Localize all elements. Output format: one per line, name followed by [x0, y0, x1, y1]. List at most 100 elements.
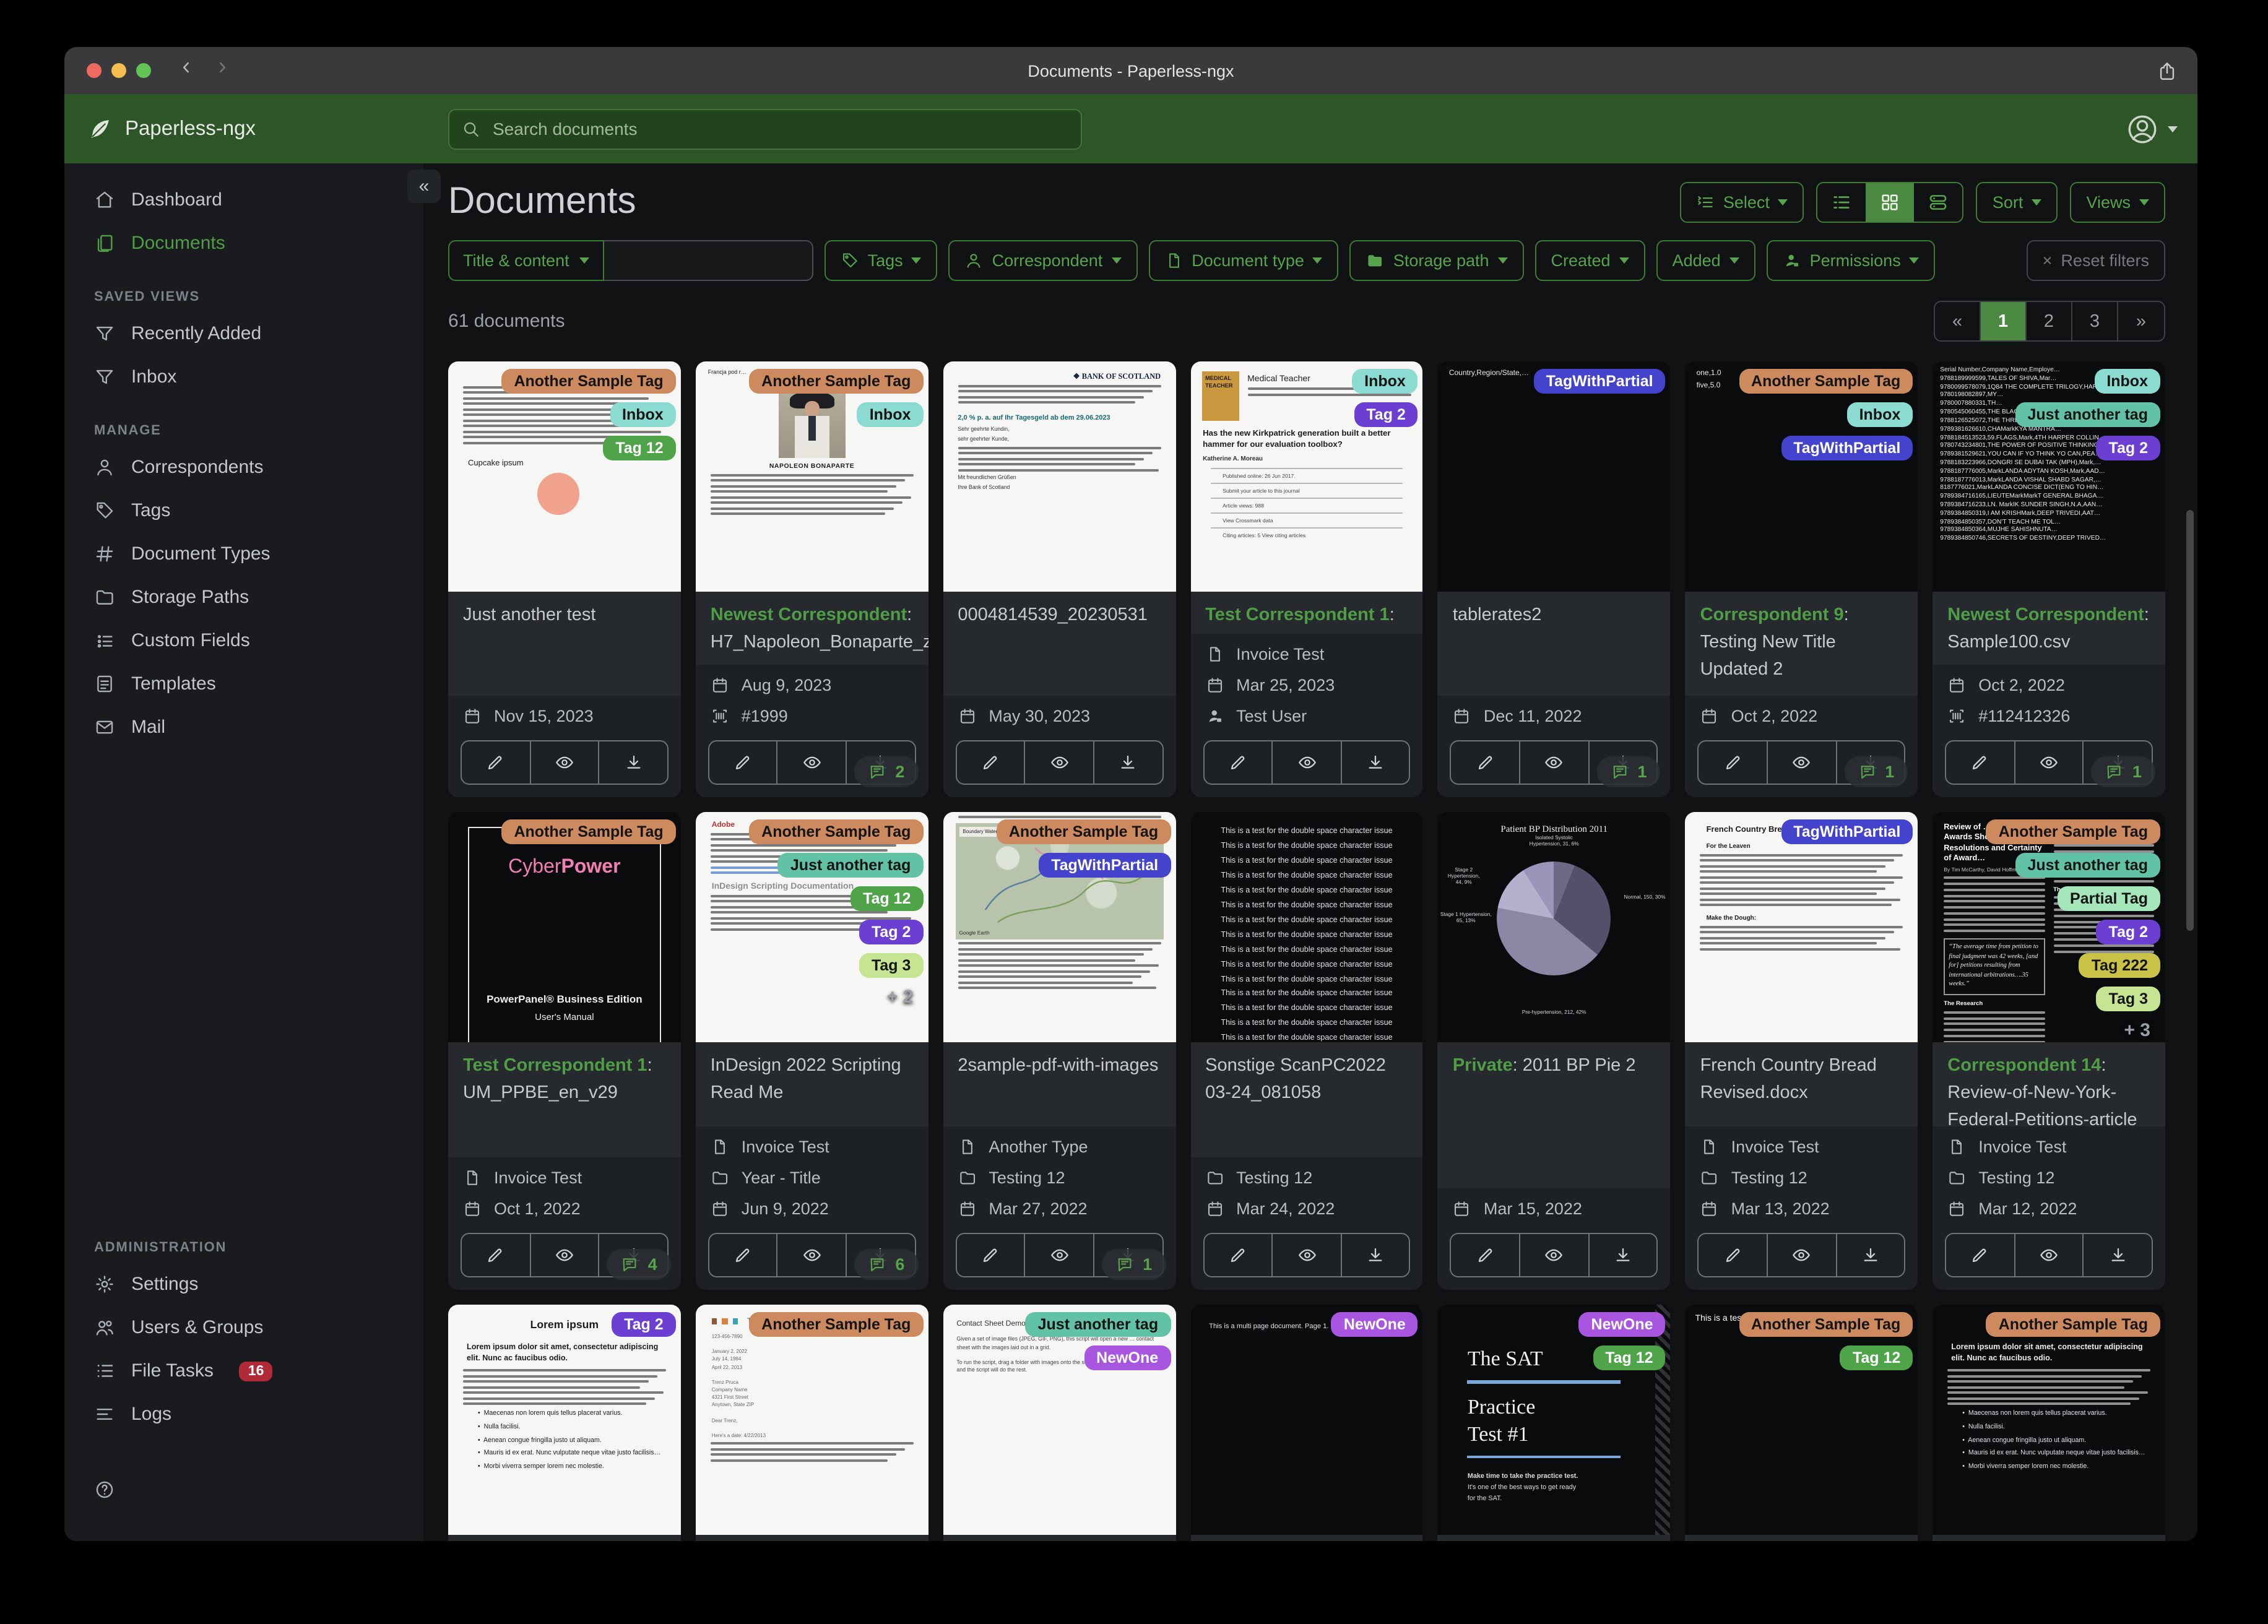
scrollbar[interactable] — [2186, 510, 2194, 931]
tag-pill[interactable]: Inbox — [2094, 369, 2160, 394]
view-document-button[interactable] — [778, 741, 847, 784]
reset-filters-button[interactable]: × Reset filters — [2026, 240, 2165, 281]
sidebar-item-documentation[interactable] — [64, 1468, 423, 1511]
comments-badge[interactable]: 1 — [1596, 756, 1661, 787]
comments-badge[interactable]: 1 — [1844, 756, 1908, 787]
tag-pill[interactable]: NewOne — [1084, 1345, 1171, 1370]
sort-button[interactable]: Sort — [1976, 181, 2058, 222]
sidebar-item-users-groups[interactable]: Users & Groups — [64, 1306, 423, 1349]
document-title[interactable]: tablerates2 — [1437, 592, 1671, 696]
download-document-button[interactable] — [1837, 1234, 1904, 1276]
sidebar-item-logs[interactable]: Logs — [64, 1393, 423, 1436]
document-thumbnail[interactable]: This is a test for the double space char… — [1190, 812, 1423, 1042]
detail-view-toggle[interactable] — [1915, 183, 1963, 221]
document-thumbnail[interactable]: Lorem ipsumLorem ipsum dolor sit amet, c… — [448, 1305, 681, 1535]
edit-document-button[interactable] — [709, 741, 778, 784]
document-title[interactable] — [1190, 1535, 1423, 1541]
document-title[interactable]: 2sample-pdf-with-images — [943, 1042, 1176, 1126]
tag-pill[interactable]: Tag 3 — [2096, 987, 2160, 1011]
document-thumbnail[interactable]: Patient BP Distribution 2011 Isolated Sys… — [1437, 812, 1671, 1042]
collapse-sidebar-button[interactable]: « — [407, 170, 441, 203]
tag-pill[interactable]: Tag 12 — [603, 436, 676, 460]
edit-document-button[interactable] — [1946, 1234, 2015, 1276]
edit-document-button[interactable] — [709, 1234, 778, 1276]
back-icon[interactable] — [178, 59, 194, 82]
close-window-button[interactable] — [87, 63, 102, 78]
edit-document-button[interactable] — [1946, 741, 2015, 784]
tag-pill[interactable]: Inbox — [857, 402, 924, 427]
download-document-button[interactable] — [1094, 741, 1162, 784]
sidebar-item-tags[interactable]: Tags — [64, 489, 423, 532]
zoom-window-button[interactable] — [136, 63, 151, 78]
document-title[interactable]: Newest Correspondent: H7_Napoleon_Bonapa… — [695, 592, 928, 665]
sidebar-item-recently-added[interactable]: Recently Added — [64, 312, 423, 355]
comments-badge[interactable]: 4 — [607, 1249, 671, 1280]
document-correspondent[interactable]: Private — [1453, 1056, 1513, 1076]
edit-document-button[interactable] — [1699, 741, 1768, 784]
tag-pill[interactable]: Partial Tag — [2058, 886, 2160, 911]
tag-pill[interactable]: Another Sample Tag — [1986, 819, 2160, 844]
edit-document-button[interactable] — [1204, 1234, 1273, 1276]
sidebar-item-inbox[interactable]: Inbox — [64, 355, 423, 399]
tag-pill[interactable]: Inbox — [1352, 369, 1418, 394]
document-correspondent[interactable]: Test Correspondent 1 — [463, 1056, 647, 1076]
tag-pill[interactable]: Another Sample Tag — [1739, 369, 1913, 394]
pagination-next[interactable]: » — [2118, 302, 2164, 340]
view-document-button[interactable] — [2015, 1234, 2084, 1276]
document-title[interactable]: Correspondent 9: Testing New Title Updat… — [1685, 592, 1918, 696]
view-document-button[interactable] — [1026, 741, 1094, 784]
view-document-button[interactable] — [1768, 1234, 1837, 1276]
sidebar-item-storage-paths[interactable]: Storage Paths — [64, 576, 423, 619]
tag-pill[interactable]: Tag 222 — [2079, 953, 2160, 978]
sidebar-item-custom-fields[interactable]: Custom Fields — [64, 619, 423, 662]
sidebar-item-documents[interactable]: Documents — [64, 222, 423, 265]
view-document-button[interactable] — [530, 741, 600, 784]
download-document-button[interactable] — [599, 741, 667, 784]
edit-document-button[interactable] — [1204, 741, 1273, 784]
sidebar-item-templates[interactable]: Templates — [64, 662, 423, 706]
document-title[interactable]: Private: 2011 BP Pie 2 — [1437, 1042, 1671, 1188]
document-correspondent[interactable]: Correspondent 14 — [1947, 1056, 2101, 1076]
document-title[interactable]: Just another test — [448, 592, 681, 696]
list-view-toggle[interactable] — [1818, 183, 1866, 221]
tag-pill[interactable]: Another Sample Tag — [501, 819, 676, 844]
edit-document-button[interactable] — [956, 1234, 1026, 1276]
download-document-button[interactable] — [1342, 1234, 1409, 1276]
view-document-button[interactable] — [1520, 741, 1590, 784]
tag-pill[interactable]: Another Sample Tag — [749, 369, 924, 394]
tag-pill[interactable]: Tag 2 — [612, 1312, 676, 1337]
document-title[interactable] — [448, 1535, 681, 1541]
edit-document-button[interactable] — [462, 1234, 531, 1276]
document-thumbnail[interactable]: French Country Bread For the Leaven Make t… — [1685, 812, 1918, 1042]
document-title[interactable]: InDesign 2022 Scripting Read Me — [695, 1042, 928, 1126]
document-thumbnail[interactable]: ❖ BANK OF SCOTLAND 2,0 % p. a. auf Ihr Ta… — [943, 361, 1176, 592]
pagination-page-1[interactable]: 1 — [1981, 302, 2027, 340]
document-thumbnail[interactable]: Test Name123-456-7890January 2, 2022July… — [695, 1305, 928, 1535]
filter-document-type-button[interactable]: Document type — [1148, 240, 1339, 281]
tag-pill[interactable]: Tag 2 — [2096, 920, 2160, 944]
pagination-prev[interactable]: « — [1935, 302, 1981, 340]
select-button[interactable]: Select — [1679, 181, 1804, 222]
tag-pill[interactable]: Just another tag — [777, 853, 924, 878]
document-thumbnail[interactable]: CyberPower PowerPanel® Business Edition Us… — [448, 812, 681, 1042]
view-document-button[interactable] — [1273, 741, 1342, 784]
document-title[interactable] — [1685, 1535, 1918, 1541]
sidebar-item-document-types[interactable]: Document Types — [64, 532, 423, 576]
views-button[interactable]: Views — [2070, 181, 2165, 222]
document-correspondent[interactable]: Correspondent 9 — [1700, 605, 1844, 625]
search-input[interactable] — [490, 118, 1068, 140]
download-document-button[interactable] — [1342, 741, 1409, 784]
sidebar-item-dashboard[interactable]: Dashboard — [64, 178, 423, 222]
document-title[interactable]: 0004814539_20230531 — [943, 592, 1176, 696]
document-correspondent[interactable]: Test Correspondent 1 — [1205, 605, 1390, 625]
tag-pill[interactable]: Inbox — [1846, 402, 1913, 427]
comments-badge[interactable]: 6 — [854, 1249, 919, 1280]
document-title[interactable]: Correspondent 14: Review-of-New-York-Fed… — [1933, 1042, 2165, 1126]
tag-pill[interactable]: NewOne — [1578, 1312, 1666, 1337]
tag-pill[interactable]: Another Sample Tag — [1739, 1312, 1913, 1337]
view-document-button[interactable] — [1026, 1234, 1094, 1276]
user-menu[interactable] — [2126, 112, 2178, 145]
tag-pill[interactable]: Tag 2 — [2096, 436, 2160, 460]
document-title[interactable]: Newest Correspondent: Sample100.csv — [1933, 592, 2165, 665]
document-thumbnail[interactable]: This is a multi page document. Page 1. — [1190, 1305, 1423, 1535]
